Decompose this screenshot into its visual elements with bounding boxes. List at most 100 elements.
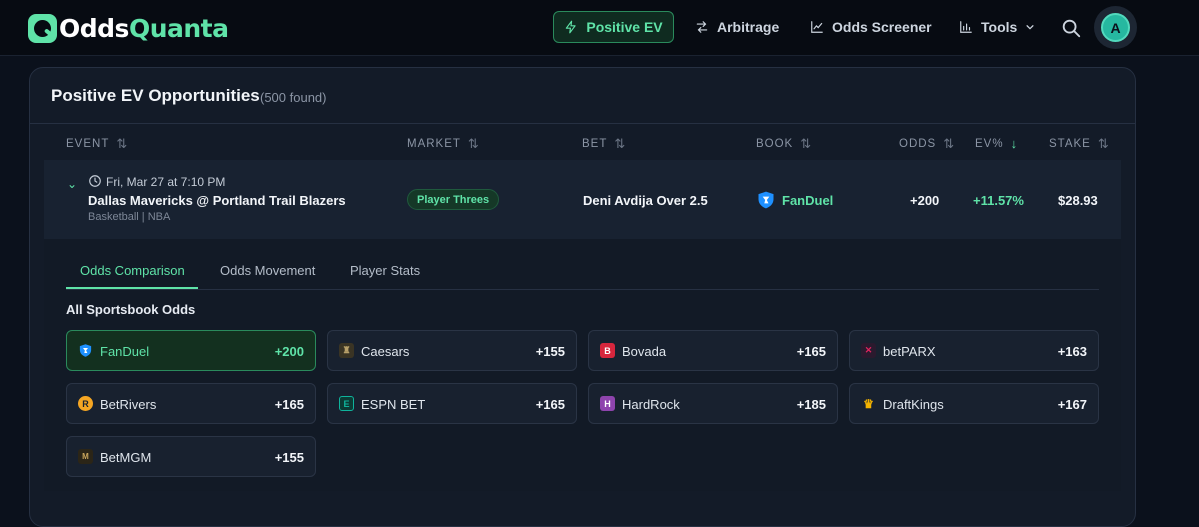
sportsbook-odds: +165: [274, 397, 304, 412]
sportsbook-name: BetRivers: [100, 397, 157, 412]
sort-icon: ⇅: [943, 136, 955, 151]
sportsbook-name: HardRock: [622, 397, 680, 412]
user-menu[interactable]: A: [1094, 6, 1137, 49]
results-count: (500 found): [260, 90, 327, 105]
sportsbook-name: Bovada: [622, 344, 667, 359]
swap-arrows-icon: [696, 21, 708, 33]
nav-positive-ev[interactable]: Positive EV: [553, 11, 674, 43]
sportsbook-name: DraftKings: [883, 397, 944, 412]
expanded-details: Odds Comparison Odds Movement Player Sta…: [44, 239, 1121, 491]
tab-odds-comparison[interactable]: Odds Comparison: [80, 263, 185, 278]
positive-ev-panel: Positive EV Opportunities (500 found) EV…: [29, 67, 1136, 527]
column-market-label: MARKET: [407, 138, 461, 150]
column-header-odds[interactable]: ODDS ⇅: [899, 136, 954, 152]
sportsbook-card-betmgm[interactable]: M BetMGM +155: [66, 436, 316, 477]
stake-value: $28.93: [1058, 193, 1098, 208]
column-header-event[interactable]: EVENT ⇅: [66, 136, 127, 152]
nav-tools-label: Tools: [981, 19, 1018, 35]
sportsbook-odds: +185: [796, 397, 826, 412]
table-header: EVENT ⇅ MARKET ⇅ BET ⇅ BOOK ⇅ ODDS ⇅ EV% ↓ STA…: [30, 123, 1135, 160]
line-chart-icon: [811, 21, 823, 33]
sportsbook-odds: +165: [535, 397, 565, 412]
column-odds-label: ODDS: [899, 138, 937, 150]
sportsbook-odds: +155: [535, 344, 565, 359]
bet-description: Deni Avdija Over 2.5: [583, 193, 708, 208]
page-title: Positive EV Opportunities: [51, 86, 260, 105]
column-header-market[interactable]: MARKET ⇅: [407, 136, 479, 152]
active-tab-indicator: [66, 287, 198, 289]
column-header-stake[interactable]: STAKE ⇅: [1049, 136, 1109, 152]
brand-name-odds: Odds: [59, 13, 129, 43]
betmgm-icon: M: [78, 449, 93, 464]
column-stake-label: STAKE: [1049, 138, 1091, 150]
top-nav: Odds Quanta Positive EV Arbitrage Odds Sc…: [0, 0, 1199, 56]
sportsbook-card-hardrock[interactable]: H HardRock +185: [588, 383, 838, 424]
sportsbook-card-fanduel[interactable]: FanDuel +200: [66, 330, 316, 371]
sort-icon: ⇅: [116, 136, 128, 151]
sportsbook-card-bovada[interactable]: B Bovada +165: [588, 330, 838, 371]
detail-tabs: Odds Comparison Odds Movement Player Sta…: [66, 253, 1099, 290]
fanduel-shield-icon: [758, 191, 774, 209]
column-book-label: BOOK: [756, 138, 794, 150]
espnbet-icon: E: [339, 396, 354, 411]
sportsbook-name: FanDuel: [100, 344, 150, 359]
column-header-ev[interactable]: EV% ↓: [975, 136, 1017, 151]
sportsbook-odds: +167: [1057, 397, 1087, 412]
search-icon[interactable]: [1060, 17, 1082, 39]
sportsbook-card-betrivers[interactable]: R BetRivers +165: [66, 383, 316, 424]
sportsbook-odds: +165: [796, 344, 826, 359]
sportsbook-name: BetMGM: [100, 450, 152, 465]
clock-icon: [89, 175, 101, 187]
sportsbook-card-betparx[interactable]: ✕ betPARX +163: [849, 330, 1099, 371]
sort-icon: ⇅: [1097, 136, 1109, 151]
sportsbook-odds: +163: [1057, 344, 1087, 359]
nav-positive-ev-label: Positive EV: [586, 19, 663, 35]
logo-mark-icon: [28, 13, 57, 43]
caesars-icon: ♜: [339, 343, 354, 358]
sportsbook-name: Caesars: [361, 344, 410, 359]
nav-odds-screener[interactable]: Odds Screener: [810, 11, 932, 43]
fanduel-shield-icon: [79, 344, 92, 357]
brand-name-quanta: Quanta: [128, 13, 229, 43]
tab-odds-movement[interactable]: Odds Movement: [220, 263, 315, 278]
nav-arbitrage-label: Arbitrage: [717, 19, 780, 35]
nav-arbitrage[interactable]: Arbitrage: [695, 11, 779, 43]
event-time: Fri, Mar 27 at 7:10 PM: [106, 175, 226, 189]
column-event-label: EVENT: [66, 138, 110, 150]
sportsbook-name: betPARX: [883, 344, 936, 359]
column-header-bet[interactable]: BET ⇅: [582, 136, 625, 152]
sort-icon: ⇅: [800, 136, 812, 151]
sportsbook-card-caesars[interactable]: ♜ Caesars +155: [327, 330, 577, 371]
lightning-icon: [566, 20, 577, 34]
tab-player-stats[interactable]: Player Stats: [350, 263, 420, 278]
chevron-down-icon: [1026, 25, 1034, 30]
event-name: Dallas Mavericks @ Portland Trail Blazer…: [88, 193, 346, 208]
sort-descending-icon: ↓: [1010, 136, 1018, 151]
sportsbook-card-espn-bet[interactable]: E ESPN BET +165: [327, 383, 577, 424]
sportsbook-odds-title: All Sportsbook Odds: [66, 302, 196, 317]
column-header-book[interactable]: BOOK ⇅: [756, 136, 811, 152]
sportsbook-card-draftkings[interactable]: ♛ DraftKings +167: [849, 383, 1099, 424]
sort-icon: ⇅: [467, 136, 479, 151]
bar-chart-icon: [960, 21, 972, 33]
market-badge: Player Threes: [407, 189, 500, 210]
brand-logo[interactable]: Odds Quanta: [28, 12, 229, 44]
avatar: A: [1101, 13, 1130, 42]
sort-icon: ⇅: [614, 136, 626, 151]
sportsbook-name: ESPN BET: [361, 397, 426, 412]
sportsbook-odds: +200: [274, 344, 304, 359]
draftkings-icon: ♛: [863, 396, 874, 411]
betrivers-icon: R: [78, 396, 93, 411]
expand-chevron-icon[interactable]: ⌄: [67, 177, 77, 191]
sportsbook-odds: +155: [274, 450, 304, 465]
table-row[interactable]: ⌄ Fri, Mar 27 at 7:10 PM Dallas Maverick…: [44, 160, 1121, 239]
ev-percent: +11.57%: [973, 193, 1024, 208]
nav-odds-screener-label: Odds Screener: [832, 19, 932, 35]
odds-value: +200: [910, 193, 940, 208]
betparx-icon: ✕: [861, 343, 876, 358]
hardrock-icon: H: [600, 396, 615, 411]
column-ev-label: EV%: [975, 137, 1004, 150]
nav-tools-dropdown[interactable]: Tools: [959, 11, 1035, 43]
book-name: FanDuel: [782, 193, 834, 208]
column-bet-label: BET: [582, 138, 608, 150]
